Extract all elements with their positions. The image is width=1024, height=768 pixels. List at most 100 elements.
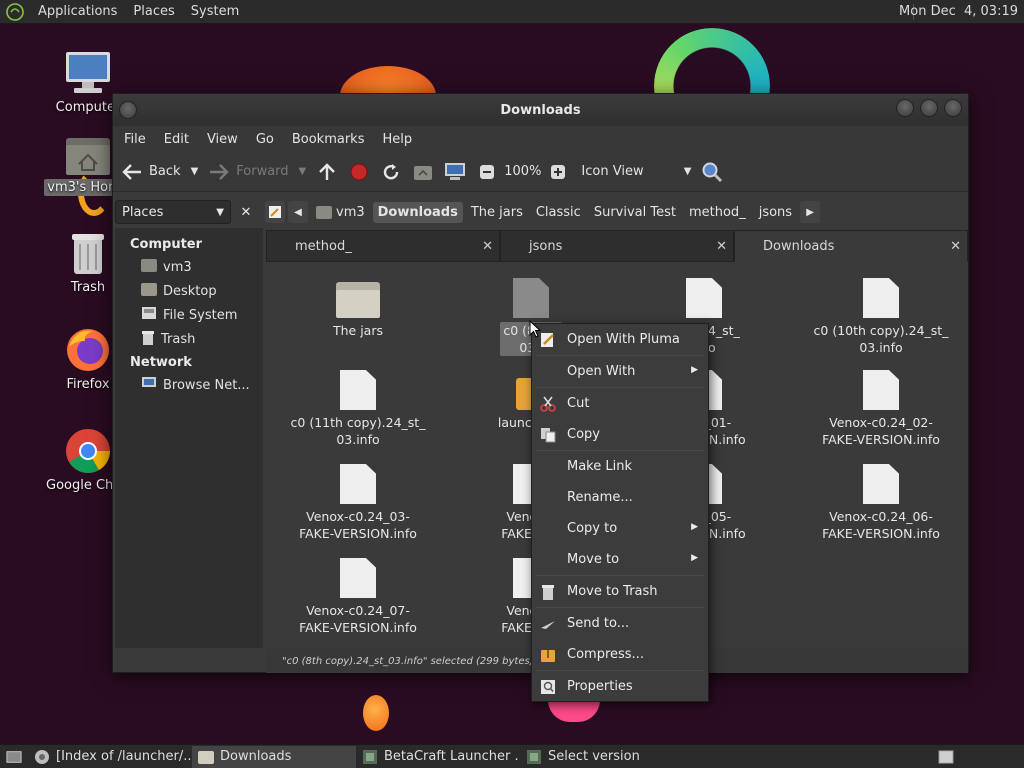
stop-button[interactable] (348, 161, 370, 183)
sidebar-item-label: Trash (161, 332, 196, 347)
back-dropdown-icon[interactable]: ▼ (191, 166, 199, 177)
zoom-in-icon[interactable] (547, 161, 569, 183)
zoom-out-icon[interactable] (476, 161, 498, 183)
sidebar-item-vm3[interactable]: vm3 (115, 255, 263, 279)
zoom-level[interactable]: 100% (504, 164, 541, 179)
search-icon (701, 161, 723, 183)
menu-file[interactable]: File (115, 132, 155, 147)
tab-close-icon[interactable]: ✕ (716, 239, 727, 254)
view-mode-label: Icon View (581, 164, 644, 179)
sidebar-item-file-system[interactable]: File System (115, 303, 263, 327)
menu-go[interactable]: Go (247, 132, 283, 147)
edit-location-icon[interactable] (265, 201, 285, 223)
mate-logo-icon[interactable] (4, 1, 26, 23)
side-pane-close-icon[interactable]: ✕ (235, 201, 257, 223)
menu-system[interactable]: System (183, 4, 247, 19)
java-icon (362, 749, 378, 765)
breadcrumb-survival-test[interactable]: Survival Test (588, 201, 681, 223)
ctx-copy[interactable]: Copy (532, 419, 708, 450)
menu-edit[interactable]: Edit (155, 132, 198, 147)
tab-jsons[interactable]: jsons ✕ (500, 230, 734, 262)
document-icon (806, 460, 956, 504)
reload-button[interactable] (380, 161, 402, 183)
ctx-make-link[interactable]: Make Link (532, 451, 708, 482)
taskbar-item-label: Downloads (220, 749, 292, 764)
ctx-open-with[interactable]: Open With ▶ (532, 356, 708, 387)
maximize-button[interactable] (920, 99, 938, 117)
forward-button[interactable]: Forward ▼ (208, 161, 306, 183)
ctx-copy-to[interactable]: Copy to ▶ (532, 513, 708, 544)
breadcrumb-jsons[interactable]: jsons (753, 201, 798, 223)
tab-method[interactable]: method_ ✕ (266, 230, 500, 262)
computer-button[interactable] (444, 161, 466, 183)
sidebar-item-trash[interactable]: Trash (115, 327, 263, 352)
file-item-c0-10th-copy[interactable]: c0 (10th copy).24_st_ 03.info (806, 274, 956, 356)
ctx-label: Make Link (567, 459, 632, 474)
file-item-c0-11th-copy[interactable]: c0 (11th copy).24_st_ 03.info (283, 366, 433, 448)
workspace-switcher[interactable] (932, 746, 960, 768)
sidebar-item-label: vm3 (163, 259, 192, 275)
view-mode-select[interactable]: Icon View ▼ (581, 164, 691, 179)
menu-places[interactable]: Places (125, 4, 182, 19)
up-button[interactable] (316, 161, 338, 183)
taskbar-item-downloads[interactable]: Downloads (192, 745, 356, 768)
side-pane-select[interactable]: Places ▼ (115, 200, 231, 224)
file-item-venox-03[interactable]: Venox-c0.24_03- FAKE-VERSION.info (283, 460, 433, 542)
tab-bar: method_ ✕ jsons ✕ Downloads ✕ (266, 230, 968, 262)
breadcrumb-the-jars[interactable]: The jars (465, 201, 528, 223)
ctx-open-with-pluma[interactable]: Open With Pluma (532, 324, 708, 355)
home-folder-icon (316, 206, 332, 219)
tab-close-icon[interactable]: ✕ (950, 239, 961, 254)
ctx-properties[interactable]: Properties (532, 671, 708, 702)
menu-view[interactable]: View (198, 132, 247, 147)
ctx-label: Properties (567, 679, 633, 694)
breadcrumb-downloads[interactable]: Downloads (372, 201, 463, 223)
search-button[interactable] (701, 161, 723, 183)
close-button[interactable] (944, 99, 962, 117)
ctx-compress[interactable]: Compress... (532, 639, 708, 670)
home-folder-icon (141, 258, 157, 276)
ctx-move-to[interactable]: Move to ▶ (532, 544, 708, 575)
taskbar-item-select-version[interactable]: Select version (520, 746, 684, 768)
breadcrumb-vm3[interactable]: vm3 (311, 201, 370, 223)
sidebar-item-desktop[interactable]: Desktop (115, 279, 263, 303)
ctx-label: Move to Trash (567, 584, 658, 599)
desktop-folder-icon (141, 282, 157, 300)
clock[interactable]: Mon Dec 4, 03:19 (899, 4, 1018, 19)
breadcrumb-scroll-left-icon[interactable]: ◀ (288, 201, 308, 223)
menu-help[interactable]: Help (373, 132, 421, 147)
breadcrumb-scroll-right-icon[interactable]: ▶ (800, 201, 821, 223)
window-menu-button[interactable] (119, 101, 137, 119)
taskbar-item-chrome[interactable]: [Index of /launcher/... (28, 746, 192, 768)
file-item-venox-06[interactable]: Venox-c0.24_06- FAKE-VERSION.info (806, 460, 956, 542)
ctx-label: Cut (567, 396, 590, 411)
chrome-icon (34, 749, 50, 765)
file-name: The jars (332, 323, 383, 338)
tab-close-icon[interactable]: ✕ (482, 239, 493, 254)
wallpaper-pink-shape (548, 700, 600, 722)
menu-applications[interactable]: Applications (30, 4, 125, 19)
sidebar-item-browse-network[interactable]: Browse Net... (115, 373, 263, 397)
ctx-cut[interactable]: Cut (532, 388, 708, 419)
file-item-venox-07[interactable]: Venox-c0.24_07- FAKE-VERSION.info (283, 554, 433, 636)
show-desktop-icon (6, 749, 22, 765)
ctx-move-to-trash[interactable]: Move to Trash (532, 576, 708, 607)
file-name: c0 (10th copy).24_st_ 03.info (813, 323, 949, 355)
forward-dropdown-icon[interactable]: ▼ (299, 166, 307, 177)
document-icon (806, 274, 956, 318)
breadcrumb-classic[interactable]: Classic (530, 201, 586, 223)
file-item-venox-02[interactable]: Venox-c0.24_02- FAKE-VERSION.info (806, 366, 956, 448)
taskbar-item-betacraft[interactable]: BetaCraft Launcher ... (356, 746, 520, 768)
window-titlebar[interactable]: Downloads (113, 94, 968, 126)
file-item-the-jars[interactable]: The jars (283, 274, 433, 339)
ctx-send-to[interactable]: Send to... (532, 608, 708, 639)
breadcrumb-method[interactable]: method_ (683, 201, 751, 223)
ctx-rename[interactable]: Rename... (532, 482, 708, 513)
mouse-cursor-icon (529, 319, 542, 342)
menu-bookmarks[interactable]: Bookmarks (283, 132, 374, 147)
back-button[interactable]: Back ▼ (121, 161, 198, 183)
tab-downloads[interactable]: Downloads ✕ (734, 230, 968, 262)
minimize-button[interactable] (896, 99, 914, 117)
home-button[interactable] (412, 161, 434, 183)
show-desktop-button[interactable] (0, 746, 28, 768)
